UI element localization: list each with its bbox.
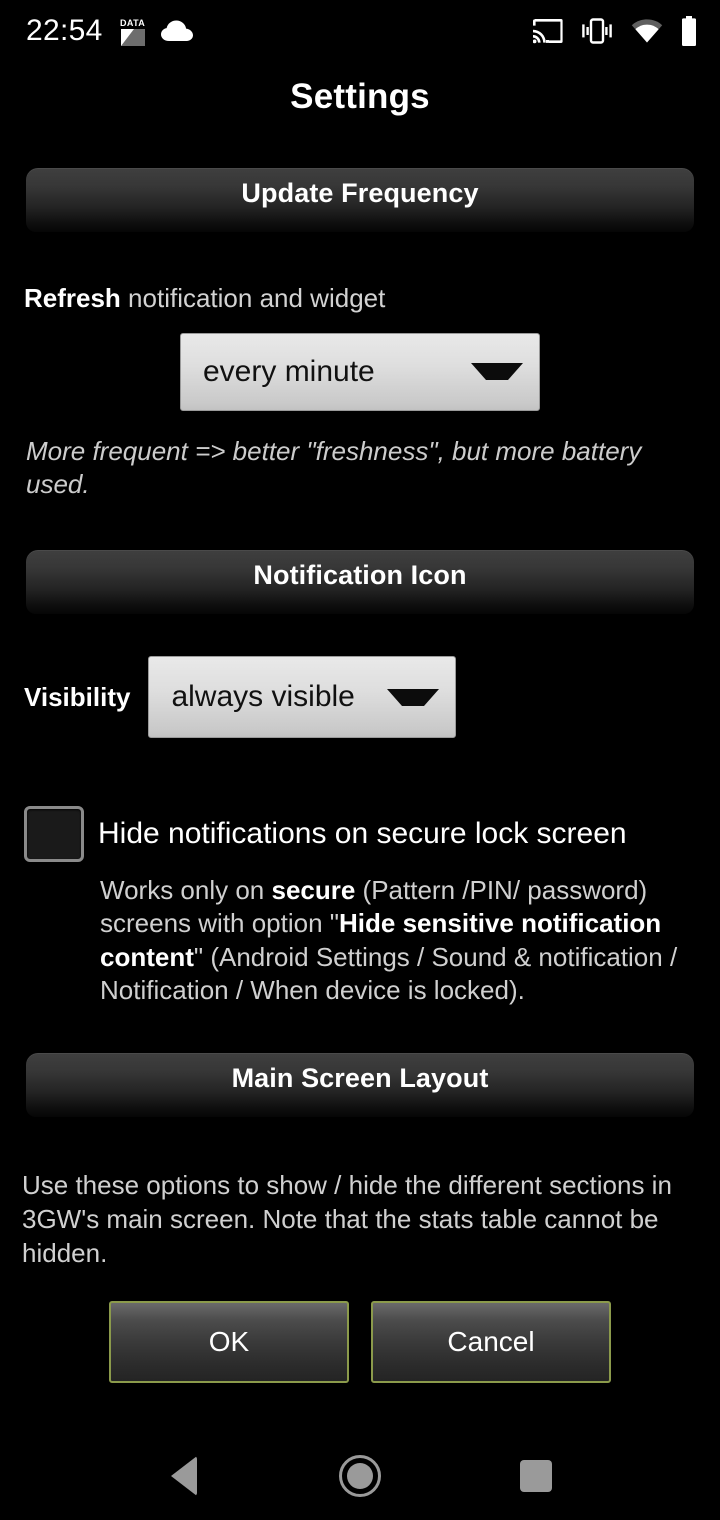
refresh-frequency-row: every minute <box>0 332 720 411</box>
desc-bold-secure: secure <box>271 875 356 906</box>
status-right-icons <box>533 16 698 46</box>
section-header-label: Main Screen Layout <box>231 1063 489 1094</box>
chevron-down-icon <box>387 688 440 706</box>
battery-icon <box>682 16 696 46</box>
nav-recents-button[interactable] <box>491 1432 581 1520</box>
home-icon <box>339 1455 381 1497</box>
mobile-data-icon: DATA <box>119 16 147 46</box>
page-title: Settings <box>290 77 430 116</box>
dialog-button-bar: OK Cancel <box>0 1300 720 1383</box>
recents-icon <box>520 1460 552 1492</box>
back-icon <box>171 1456 197 1496</box>
hide-notifications-description: Works only on secure (Pattern /PIN/ pass… <box>100 874 696 1007</box>
cancel-button[interactable]: Cancel <box>371 1300 611 1383</box>
visibility-value: always visible <box>171 680 355 714</box>
cast-icon <box>533 19 563 44</box>
hide-notifications-checkbox[interactable] <box>24 806 84 863</box>
refresh-label-rest: notification and widget <box>120 283 386 313</box>
update-frequency-hint: More frequent => better "freshness", but… <box>26 435 642 500</box>
section-header-label: Update Frequency <box>241 178 479 208</box>
status-left-icons: DATA <box>119 16 193 46</box>
refresh-label-bold: Refresh <box>24 283 121 313</box>
visibility-row: Visibility always visible <box>0 656 720 739</box>
hide-notifications-checkbox-row[interactable]: Hide notifications on secure lock screen <box>0 806 720 863</box>
section-header-update-frequency[interactable]: Update Frequency <box>26 168 694 232</box>
visibility-spinner[interactable]: always visible <box>148 656 457 739</box>
section-header-notification-icon[interactable]: Notification Icon <box>26 550 694 615</box>
hide-notifications-label: Hide notifications on secure lock screen <box>98 817 627 851</box>
android-navigation-bar <box>0 1432 720 1520</box>
nav-back-button[interactable] <box>139 1432 229 1520</box>
vibrate-icon <box>582 18 612 44</box>
status-clock: 22:54 <box>26 14 103 47</box>
visibility-label: Visibility <box>24 681 131 712</box>
nav-home-button[interactable] <box>315 1432 405 1520</box>
section-header-label: Notification Icon <box>253 560 467 591</box>
refresh-label: Refresh notification and widget <box>0 282 720 315</box>
chevron-down-icon <box>471 363 523 380</box>
refresh-frequency-spinner[interactable]: every minute <box>180 332 540 411</box>
mobile-data-square <box>120 29 145 46</box>
settings-screen: 22:54 DATA Settings Update Frequency Ref… <box>0 0 720 1520</box>
main-screen-layout-description: Use these options to show / hide the dif… <box>22 1170 672 1268</box>
section-header-main-screen-layout[interactable]: Main Screen Layout <box>26 1053 694 1118</box>
wifi-icon <box>631 19 663 43</box>
settings-content: Update Frequency Refresh notification an… <box>0 118 720 1432</box>
status-bar: 22:54 DATA <box>0 0 720 62</box>
refresh-frequency-value: every minute <box>203 354 375 388</box>
ok-button[interactable]: OK <box>109 1300 349 1383</box>
desc-part-1: Works only on <box>100 875 272 906</box>
mobile-data-label: DATA <box>119 18 146 28</box>
cloud-icon <box>160 20 193 41</box>
